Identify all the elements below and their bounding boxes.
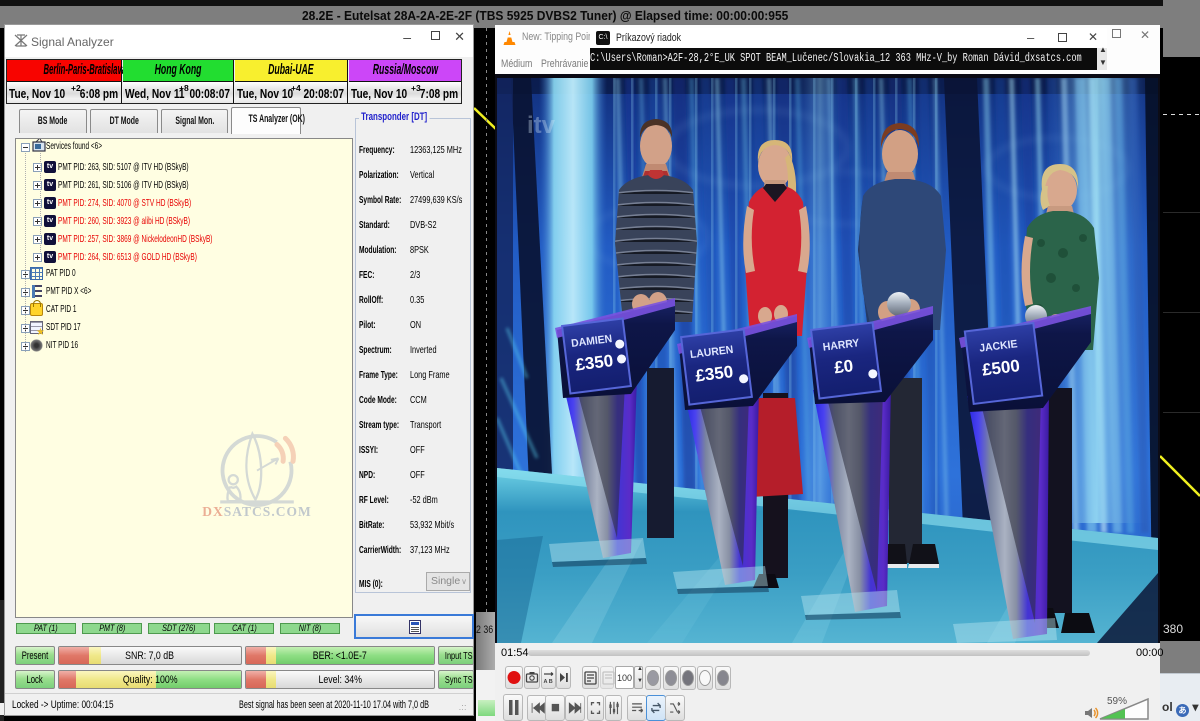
svg-text:£0: £0: [833, 356, 854, 377]
svg-text:itv: itv: [527, 112, 556, 139]
svg-text:A B: A B: [544, 679, 553, 685]
